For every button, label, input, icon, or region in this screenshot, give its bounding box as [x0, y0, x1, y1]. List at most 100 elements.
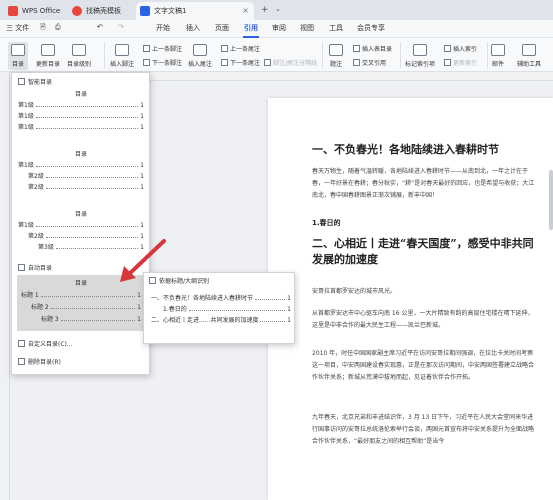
- save-icon[interactable]: 🗎: [40, 23, 46, 34]
- smart-toc-icon: [18, 78, 25, 85]
- menu-reference[interactable]: 引用: [244, 23, 258, 33]
- toc-line-page: 1: [135, 292, 141, 299]
- custom-toc-label: 自定义目录(C)...: [28, 341, 73, 348]
- leader-dots: [45, 188, 139, 189]
- print-icon[interactable]: ⎙: [55, 23, 61, 32]
- doc-paragraph: 从首都罗安达市中心驱车向南 16 公里，一大片精致有韵的高层住宅楼在晴下延伸，这…: [312, 308, 538, 332]
- next-endnote-button[interactable]: 下一条尾注: [221, 58, 260, 67]
- leader-dots: [45, 177, 139, 178]
- tab-label: 文字文稿1: [154, 7, 187, 15]
- menu-start[interactable]: 开始: [156, 23, 170, 33]
- insert-endnote-label: 插入尾注: [188, 61, 213, 68]
- toc-line-label: 标题 3: [41, 314, 61, 323]
- smart-toc-header: 智能目录: [18, 77, 52, 86]
- endnote-icon: [193, 44, 207, 56]
- toc-line-label: 二、心相近丨走进......共同发展的加速度: [151, 315, 261, 324]
- menu-tools[interactable]: 工具: [329, 23, 343, 33]
- redo-icon[interactable]: ↷: [118, 23, 124, 31]
- mark-index-button[interactable]: 标记索引项: [405, 44, 435, 68]
- toc-line-label: 第1级: [18, 220, 36, 229]
- menu-bar: 三 文件 🗎 ⎙ ↶ ↷ 开始 插入 页面 引用 审阅 视图 工具 会员专享: [0, 20, 553, 38]
- prev-endnote-label: 上一条尾注: [230, 46, 261, 53]
- prev-endnote-icon: [221, 45, 228, 52]
- toc-level-icon: [72, 44, 86, 56]
- leader-dots: [255, 299, 286, 300]
- doc-heading-3[interactable]: 二、心相近丨走进“春天国度”，感受中非共同发展的加速度: [312, 236, 538, 268]
- leader-dots: [260, 321, 286, 322]
- popup-toc-line[interactable]: 二、心相近丨走进......共同发展的加速度 1: [151, 313, 291, 324]
- toc-level-button[interactable]: 目录级别: [67, 44, 91, 68]
- toc-style-option-2[interactable]: 目录 第1级 1 第2级 1 第2级 1: [18, 149, 144, 191]
- prev-footnote-icon: [143, 45, 150, 52]
- prev-endnote-button[interactable]: 上一条尾注: [221, 44, 260, 53]
- toc-button[interactable]: 目录: [8, 42, 28, 70]
- custom-toc-icon: [18, 340, 25, 347]
- mail-icon: [491, 44, 505, 56]
- mail-label: 邮件: [491, 61, 504, 68]
- toc-preview-title: 目录: [74, 211, 87, 218]
- next-endnote-label: 下一条尾注: [230, 60, 261, 67]
- leader-dots: [35, 166, 139, 167]
- doc-heading-2[interactable]: 1.春日的: [312, 218, 538, 228]
- cross-reference-button[interactable]: 交叉引用: [353, 58, 386, 67]
- insert-endnote-button[interactable]: 插入尾注: [188, 44, 212, 68]
- insert-index-button[interactable]: 插入索引: [444, 44, 477, 53]
- toc-line-page: 1: [138, 173, 144, 180]
- toc-preview-title: 目录: [74, 151, 87, 158]
- prev-footnote-button[interactable]: 上一条脚注: [143, 44, 182, 53]
- update-index-button[interactable]: 更新索引: [444, 58, 477, 67]
- doc-para-1[interactable]: 春天万物生，随着气温转暖，各地陆续进入春耕时节——从南到北，一年之计在于春，一年…: [312, 166, 538, 202]
- toc-line-label: 第2级: [28, 231, 46, 240]
- menu-review[interactable]: 审阅: [272, 23, 286, 33]
- doc-para-5[interactable]: 九年春天，北京兄弟和丰进结识伴，3 月 13 日下午，习近平在人民大会堂同来华进…: [312, 412, 538, 448]
- tab-label: 找稿壳模板: [86, 7, 121, 15]
- doc-tools-button[interactable]: 辅助工具: [517, 44, 541, 68]
- doc-para-4[interactable]: 2010 年，时任中国国家副主席习近平在访问安哥拉期间强调，在拉比卡关时间考察这…: [312, 348, 538, 384]
- file-menu[interactable]: 三 文件: [6, 23, 29, 33]
- caption-button[interactable]: 题注: [329, 44, 343, 68]
- doc-para-2[interactable]: 安哥拉首都罗安达的城市风光。: [312, 286, 538, 298]
- toc-preview-line: 第2级 1: [18, 180, 144, 191]
- tab-template[interactable]: 找稿壳模板: [68, 2, 134, 20]
- tab-wps-office[interactable]: WPS Office: [4, 2, 64, 20]
- toc-line-label: 标题 1: [21, 290, 41, 299]
- toc-line-label: 第1级: [18, 160, 36, 169]
- vertical-scrollbar[interactable]: [549, 170, 553, 230]
- delete-toc-item[interactable]: 删除目录(R): [18, 357, 61, 366]
- toc-line-page: 1: [138, 244, 144, 251]
- update-toc-icon: [41, 44, 55, 56]
- doc-heading-1[interactable]: 一、不负春光！各地陆续进入春耕时节: [312, 142, 538, 158]
- menu-insert[interactable]: 插入: [186, 23, 200, 33]
- separator-icon: [264, 59, 271, 66]
- toc-preview-line: 第1级 1: [18, 218, 144, 229]
- popup-toc-line[interactable]: 1.春日的 1: [151, 302, 291, 313]
- mail-button[interactable]: 邮件: [491, 44, 505, 68]
- close-icon[interactable]: ×: [242, 6, 249, 15]
- update-toc-button[interactable]: 更新目录: [36, 44, 60, 68]
- doc-para-3[interactable]: 从首都罗安达市中心驱车向南 16 公里，一大片精致有韵的高层住宅楼在晴下延伸，这…: [312, 308, 538, 332]
- toc-preview-line: 标题 1 1: [21, 287, 141, 299]
- footnote-separator-button[interactable]: 脚注/尾注分隔线: [264, 58, 317, 67]
- menu-view[interactable]: 视图: [300, 23, 314, 33]
- new-tab-icon[interactable]: +: [261, 5, 269, 15]
- toc-line-page: 1: [138, 222, 144, 229]
- custom-toc-item[interactable]: 自定义目录(C)...: [18, 339, 73, 348]
- chevron-down-icon[interactable]: ⌄: [275, 5, 281, 13]
- tab-document[interactable]: 文字文稿1 ×: [136, 2, 254, 20]
- menu-member[interactable]: 会员专享: [357, 23, 385, 33]
- mark-index-icon: [413, 44, 427, 56]
- popup-toc-line[interactable]: 一、不负春光！各地陆续进入春耕时节 1: [151, 291, 291, 302]
- toc-style-option-1[interactable]: 目录 第1级 1 第1级 1 第1级 1: [18, 89, 144, 131]
- insert-table-of-figures-button[interactable]: 插入表目录: [353, 44, 392, 53]
- tab-bar: WPS Office 找稿壳模板 文字文稿1 × + ⌄: [0, 0, 553, 20]
- undo-icon[interactable]: ↶: [97, 23, 103, 31]
- doc-paragraph: 2010 年，时任中国国家副主席习近平在访问安哥拉期间强调，在拉比卡关时间考察这…: [312, 348, 538, 384]
- menu-page[interactable]: 页面: [215, 23, 229, 33]
- update-toc-label: 更新目录: [36, 61, 61, 68]
- template-icon: [72, 6, 82, 16]
- next-footnote-label: 下一条脚注: [152, 60, 183, 67]
- toc-preview-line: 第1级 1: [18, 158, 144, 169]
- leader-dots: [40, 296, 136, 297]
- insert-footnote-button[interactable]: 插入脚注: [110, 44, 134, 68]
- next-footnote-button[interactable]: 下一条脚注: [143, 58, 182, 67]
